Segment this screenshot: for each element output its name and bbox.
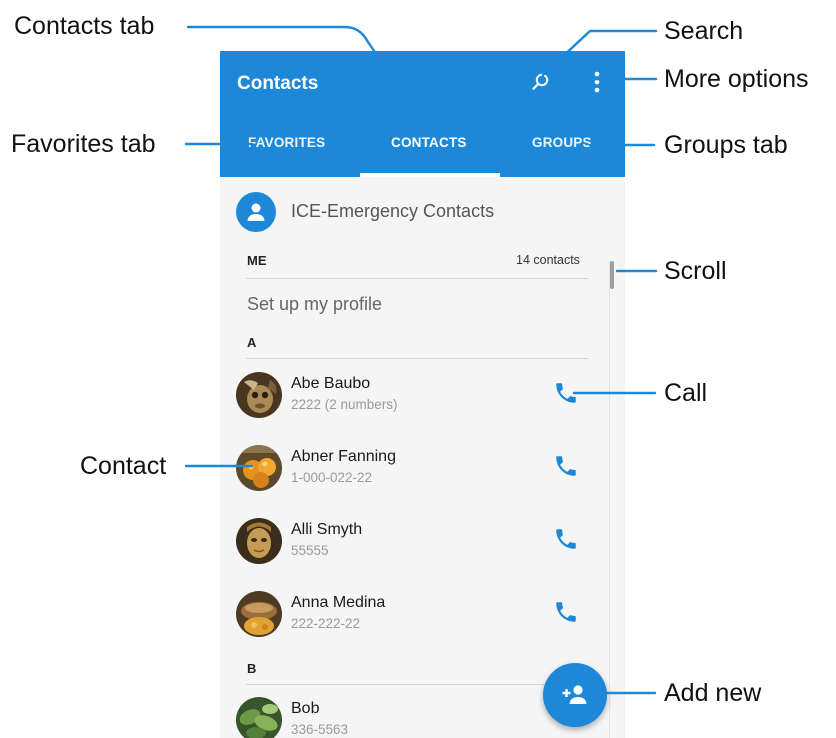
phone-icon	[556, 529, 576, 549]
contact-name: Anna Medina	[291, 594, 386, 611]
callout-contacts-tab: Contacts tab	[14, 12, 155, 40]
contact-avatar	[236, 518, 282, 564]
contact-avatar	[236, 372, 282, 418]
contact-name: Abner Fanning	[291, 448, 396, 465]
tab-contacts[interactable]: CONTACTS	[391, 135, 467, 150]
call-button[interactable]	[553, 453, 579, 479]
ice-emergency-contacts-row[interactable]: ICE-Emergency Contacts	[220, 189, 625, 235]
callout-add-new: Add new	[664, 679, 762, 707]
phone-icon	[556, 383, 576, 403]
app-title: Contacts	[237, 73, 319, 94]
callout-search: Search	[664, 17, 744, 45]
person-icon	[247, 203, 265, 221]
callout-scroll: Scroll	[664, 257, 727, 285]
section-divider	[246, 358, 588, 359]
phone-screen: Contacts FAVORITES CONTACTS GROUPS ICE-E…	[220, 51, 625, 738]
app-bar: Contacts FAVORITES CONTACTS GROUPS	[220, 51, 625, 177]
callout-more-options: More options	[664, 65, 809, 93]
set-up-profile-label: Set up my profile	[247, 294, 383, 314]
scrollbar-thumb[interactable]	[610, 261, 614, 289]
search-icon	[532, 73, 549, 90]
callout-favorites-tab: Favorites tab	[11, 130, 156, 158]
set-up-profile-row[interactable]: Set up my profile	[220, 284, 590, 324]
selected-tab-indicator	[360, 173, 500, 177]
contact-number: 222-222-22	[291, 616, 361, 631]
callout-contact: Contact	[80, 452, 167, 480]
list-edge-rule	[609, 261, 610, 738]
contact-row[interactable]: Abner Fanning 1-000-022-22	[220, 445, 605, 513]
section-divider	[246, 684, 588, 685]
section-header-a: A	[247, 335, 257, 350]
contact-avatar	[236, 445, 282, 491]
callout-groups-tab: Groups tab	[664, 131, 788, 159]
contact-number: 55555	[291, 543, 329, 558]
add-person-icon	[562, 685, 587, 704]
contact-number: 336-5563	[291, 722, 349, 737]
more-options-button[interactable]	[582, 67, 612, 97]
contact-name: Alli Smyth	[291, 521, 363, 538]
ice-avatar	[236, 192, 276, 232]
call-button[interactable]	[553, 599, 579, 625]
more-vertical-icon	[594, 71, 600, 93]
search-button[interactable]	[526, 67, 556, 97]
contact-row[interactable]: Abe Baubo 2222 (2 numbers)	[220, 372, 605, 440]
contact-avatar	[236, 697, 282, 738]
section-divider	[246, 278, 588, 279]
call-button[interactable]	[553, 380, 579, 406]
contact-avatar	[236, 591, 282, 637]
phone-icon	[556, 602, 576, 622]
contact-row[interactable]: Anna Medina 222-222-22	[220, 591, 605, 659]
section-header-b: B	[247, 661, 257, 676]
contacts-count: 14 contacts	[516, 253, 580, 267]
call-button[interactable]	[553, 526, 579, 552]
add-new-contact-button[interactable]	[543, 663, 607, 727]
contact-name: Bob	[291, 700, 320, 717]
contact-name: Abe Baubo	[291, 375, 371, 392]
ice-label: ICE-Emergency Contacts	[291, 201, 495, 221]
contact-row[interactable]: Alli Smyth 55555	[220, 518, 605, 586]
me-section-header: ME	[247, 253, 267, 268]
contact-number: 1-000-022-22	[291, 470, 373, 485]
phone-icon	[556, 456, 576, 476]
tab-favorites[interactable]: FAVORITES	[248, 135, 325, 150]
contact-number: 2222 (2 numbers)	[291, 397, 398, 412]
tab-groups[interactable]: GROUPS	[532, 135, 592, 150]
callout-call: Call	[664, 379, 708, 407]
